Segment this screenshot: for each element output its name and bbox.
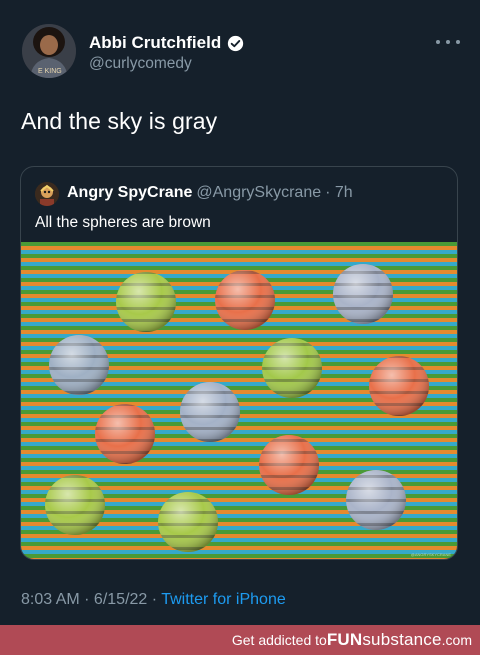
tweet-footer: 8:03 AM · 6/15/22 · Twitter for iPhone bbox=[21, 591, 286, 609]
sphere-green bbox=[45, 475, 105, 535]
sphere-blue bbox=[346, 470, 406, 530]
sphere-orange bbox=[95, 404, 155, 464]
verified-badge-icon bbox=[228, 35, 244, 51]
avatar-shirt-text: E KING bbox=[38, 68, 62, 75]
banner-brand: FUNsubstance bbox=[327, 630, 442, 650]
sphere-green bbox=[262, 338, 322, 398]
sphere-green bbox=[158, 492, 218, 552]
author-handle[interactable]: @curlycomedy bbox=[89, 55, 192, 73]
tweet-text: And the sky is gray bbox=[21, 108, 218, 134]
more-dot bbox=[436, 40, 440, 44]
sphere-orange bbox=[215, 270, 275, 330]
author-avatar-image: E KING bbox=[22, 24, 76, 78]
banner-brand-sub: substance bbox=[362, 630, 442, 649]
quote-author-avatar[interactable] bbox=[35, 182, 59, 206]
quoted-tweet-card[interactable]: Angry SpyCrane @AngrySkycrane · 7h All the… bbox=[20, 166, 458, 560]
quote-header: Angry SpyCrane @AngrySkycrane · 7h bbox=[67, 184, 353, 202]
author-name-row[interactable]: Abbi Crutchfield bbox=[89, 33, 244, 53]
sphere-orange bbox=[369, 356, 429, 416]
author-avatar[interactable]: E KING bbox=[22, 24, 76, 78]
quote-time[interactable]: · 7h bbox=[325, 184, 353, 201]
more-dot bbox=[446, 40, 450, 44]
sphere-orange bbox=[259, 435, 319, 495]
more-options-icon[interactable] bbox=[436, 36, 460, 48]
quote-avatar-image bbox=[35, 182, 59, 206]
banner-brand-main: FUN bbox=[326, 630, 363, 649]
banner-prefix: Get addicted to bbox=[231, 632, 327, 648]
quote-author-name[interactable]: Angry SpyCrane bbox=[67, 184, 192, 201]
tweet-timestamp[interactable]: 8:03 AM · 6/15/22 · bbox=[21, 591, 161, 608]
sphere-blue bbox=[49, 335, 109, 395]
quote-author-handle[interactable]: @AngrySkycrane bbox=[196, 184, 321, 201]
quote-text: All the spheres are brown bbox=[35, 214, 211, 231]
author-name[interactable]: Abbi Crutchfield bbox=[89, 33, 221, 53]
quote-image-sphere-illusion[interactable]: @ANGRYSKYCRANE bbox=[21, 242, 458, 560]
sphere-blue bbox=[333, 264, 393, 324]
banner-domain: .com bbox=[441, 632, 472, 648]
more-dot bbox=[456, 40, 460, 44]
tweet-source[interactable]: Twitter for iPhone bbox=[161, 591, 286, 608]
image-watermark: @ANGRYSKYCRANE bbox=[411, 552, 452, 557]
sphere-blue bbox=[180, 382, 240, 442]
funsubstance-banner[interactable]: Get addicted to FUNsubstance .com bbox=[0, 625, 480, 655]
sphere-green bbox=[116, 272, 176, 332]
